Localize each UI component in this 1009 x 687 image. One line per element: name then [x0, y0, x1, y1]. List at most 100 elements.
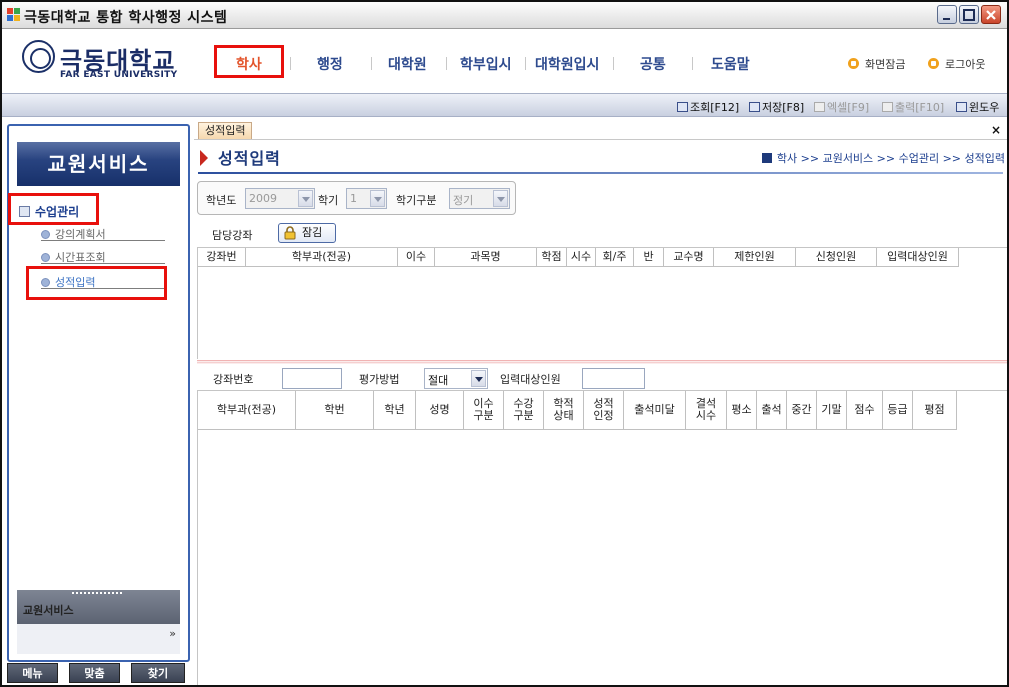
grid-header[interactable]: 출석 [757, 391, 787, 430]
nav-separator [692, 57, 693, 70]
tab-find[interactable]: 찾기 [131, 663, 185, 683]
grid-header[interactable]: 출석미달 [624, 391, 686, 430]
nav-graduate[interactable]: 대학원 [388, 54, 427, 74]
window-button[interactable]: 윈도우 [956, 99, 999, 115]
university-seal-icon [22, 40, 55, 73]
save-icon [749, 102, 760, 112]
grid-header[interactable]: 입력대상인원 [877, 248, 959, 267]
grid-splitter[interactable] [197, 360, 1007, 364]
print-button[interactable]: 출력[F10] [882, 99, 944, 115]
divider [198, 172, 1003, 174]
grid-header[interactable]: 평점 [913, 391, 957, 430]
grid-header[interactable]: 시수 [567, 248, 596, 267]
nav-separator [290, 57, 291, 70]
minimize-button[interactable] [937, 5, 957, 24]
screen-lock-link[interactable]: 화면잠금 [848, 56, 905, 72]
grid-header[interactable]: 기말 [817, 391, 847, 430]
excel-button[interactable]: 엑셀[F9] [814, 99, 869, 115]
bullet-icon [41, 253, 50, 262]
eval-method-label: 평가방법 [359, 373, 400, 386]
grid-header[interactable]: 강좌번 [198, 248, 246, 267]
grid-header[interactable]: 점수 [847, 391, 883, 430]
year-select[interactable]: 2009 [245, 188, 315, 209]
grid-header[interactable]: 학부과(전공) [246, 248, 398, 267]
save-button[interactable]: 저장[F8] [749, 99, 804, 115]
close-button[interactable] [981, 5, 1001, 24]
app-window: 극동대학교 통합 학사행정 시스템 극동대학교 FAR EAST UNIVERS… [0, 0, 1009, 687]
divider [41, 263, 165, 264]
breadcrumb: 학사 >> 교원서비스 >> 수업관리 >> 성적입력 [761, 150, 1005, 166]
chevron-down-icon [298, 190, 313, 207]
nav-grad-admission[interactable]: 대학원입시 [535, 54, 599, 74]
grid-header[interactable]: 학번 [296, 391, 374, 430]
chevron-down-icon [493, 190, 508, 207]
tab-menu[interactable]: 메뉴 [7, 663, 58, 683]
eval-method-select[interactable]: 절대 [424, 368, 488, 389]
sidebar: 교원서비스 수업관리 강의계획서 시간표조회 성적입력 교원서비스 » [7, 124, 190, 662]
grid-header[interactable]: 수강 구분 [504, 391, 544, 430]
grid-header[interactable]: 성적 인정 [584, 391, 624, 430]
grid-header[interactable]: 교수명 [664, 248, 714, 267]
title-bar: 극동대학교 통합 학사행정 시스템 [2, 2, 1007, 29]
close-tab-icon[interactable]: × [991, 123, 1001, 137]
term-type-label: 학기구분 [396, 194, 437, 207]
grid-header[interactable]: 등급 [883, 391, 913, 430]
course-no-field[interactable] [282, 368, 342, 389]
grid-header[interactable]: 회/주 [596, 248, 634, 267]
grid-header[interactable]: 이수 구분 [464, 391, 504, 430]
chevron-down-icon [471, 370, 486, 387]
chevron-down-icon[interactable]: » [169, 628, 176, 639]
divider [194, 139, 1007, 140]
grid-header[interactable]: 과목명 [435, 248, 537, 267]
logout-icon [928, 58, 939, 69]
grid-header[interactable]: 성명 [416, 391, 464, 430]
nav-undergrad-admission[interactable]: 학부입시 [460, 54, 512, 74]
logout-link[interactable]: 로그아웃 [928, 56, 985, 72]
maximize-icon [963, 9, 975, 21]
target-count-field[interactable] [582, 368, 645, 389]
grid-header[interactable]: 결석 시수 [686, 391, 727, 430]
bullet-icon [41, 230, 50, 239]
grid-header[interactable]: 이수 [398, 248, 435, 267]
filter-group: 학년도 2009 학기 1 학기구분 정기 [197, 181, 516, 215]
nav-separator [525, 57, 526, 70]
course-label: 담당강좌 [212, 229, 253, 242]
divider [41, 240, 165, 241]
maximize-button[interactable] [959, 5, 979, 24]
lock-button[interactable]: 잠김 [278, 223, 336, 243]
annotation-highlight-menu [8, 193, 99, 225]
page-title: 성적입력 [200, 145, 281, 169]
grid-header[interactable]: 신청인원 [796, 248, 877, 267]
sidebar-panel-header[interactable]: 교원서비스 [17, 590, 180, 624]
grid-header[interactable]: 학적 상태 [544, 391, 584, 430]
annotation-highlight-haksa [214, 45, 284, 78]
toolbar: 조회[F12] 저장[F8] 엑셀[F9] 출력[F10] 윈도우 [2, 93, 1007, 117]
grip-icon [72, 592, 122, 595]
grid-header[interactable]: 중간 [787, 391, 817, 430]
close-icon [986, 10, 996, 20]
tab-favorites[interactable]: 맞춤 [69, 663, 120, 683]
arrow-icon [200, 150, 208, 166]
grid-header[interactable]: 학부과(전공) [198, 391, 296, 430]
lock-icon [848, 58, 859, 69]
term-type-select[interactable]: 정기 [449, 188, 510, 209]
nav-separator [446, 57, 447, 70]
nav-help[interactable]: 도움말 [711, 54, 750, 74]
grid-header[interactable]: 제한인원 [714, 248, 796, 267]
term-label: 학기 [318, 194, 339, 207]
nav-haengjeong[interactable]: 행정 [317, 54, 343, 74]
nav-separator [613, 57, 614, 70]
sidebar-title: 교원서비스 [17, 142, 180, 186]
grid-header[interactable]: 학점 [537, 248, 567, 267]
grid-header[interactable]: 평소 [727, 391, 757, 430]
app-header: 극동대학교 FAR EAST UNIVERSITY 학사 행정 대학원 학부입시… [2, 29, 1007, 93]
year-label: 학년도 [206, 194, 237, 207]
document-tab[interactable]: 성적입력 [198, 122, 253, 139]
grid-header[interactable]: 학년 [374, 391, 416, 430]
grid-header[interactable]: 반 [634, 248, 664, 267]
search-button[interactable]: 조회[F12] [677, 99, 739, 115]
nav-common[interactable]: 공통 [640, 54, 666, 74]
sidebar-panel-body: » [17, 624, 180, 654]
annotation-highlight-grade-input [26, 266, 167, 300]
term-select[interactable]: 1 [346, 188, 387, 209]
